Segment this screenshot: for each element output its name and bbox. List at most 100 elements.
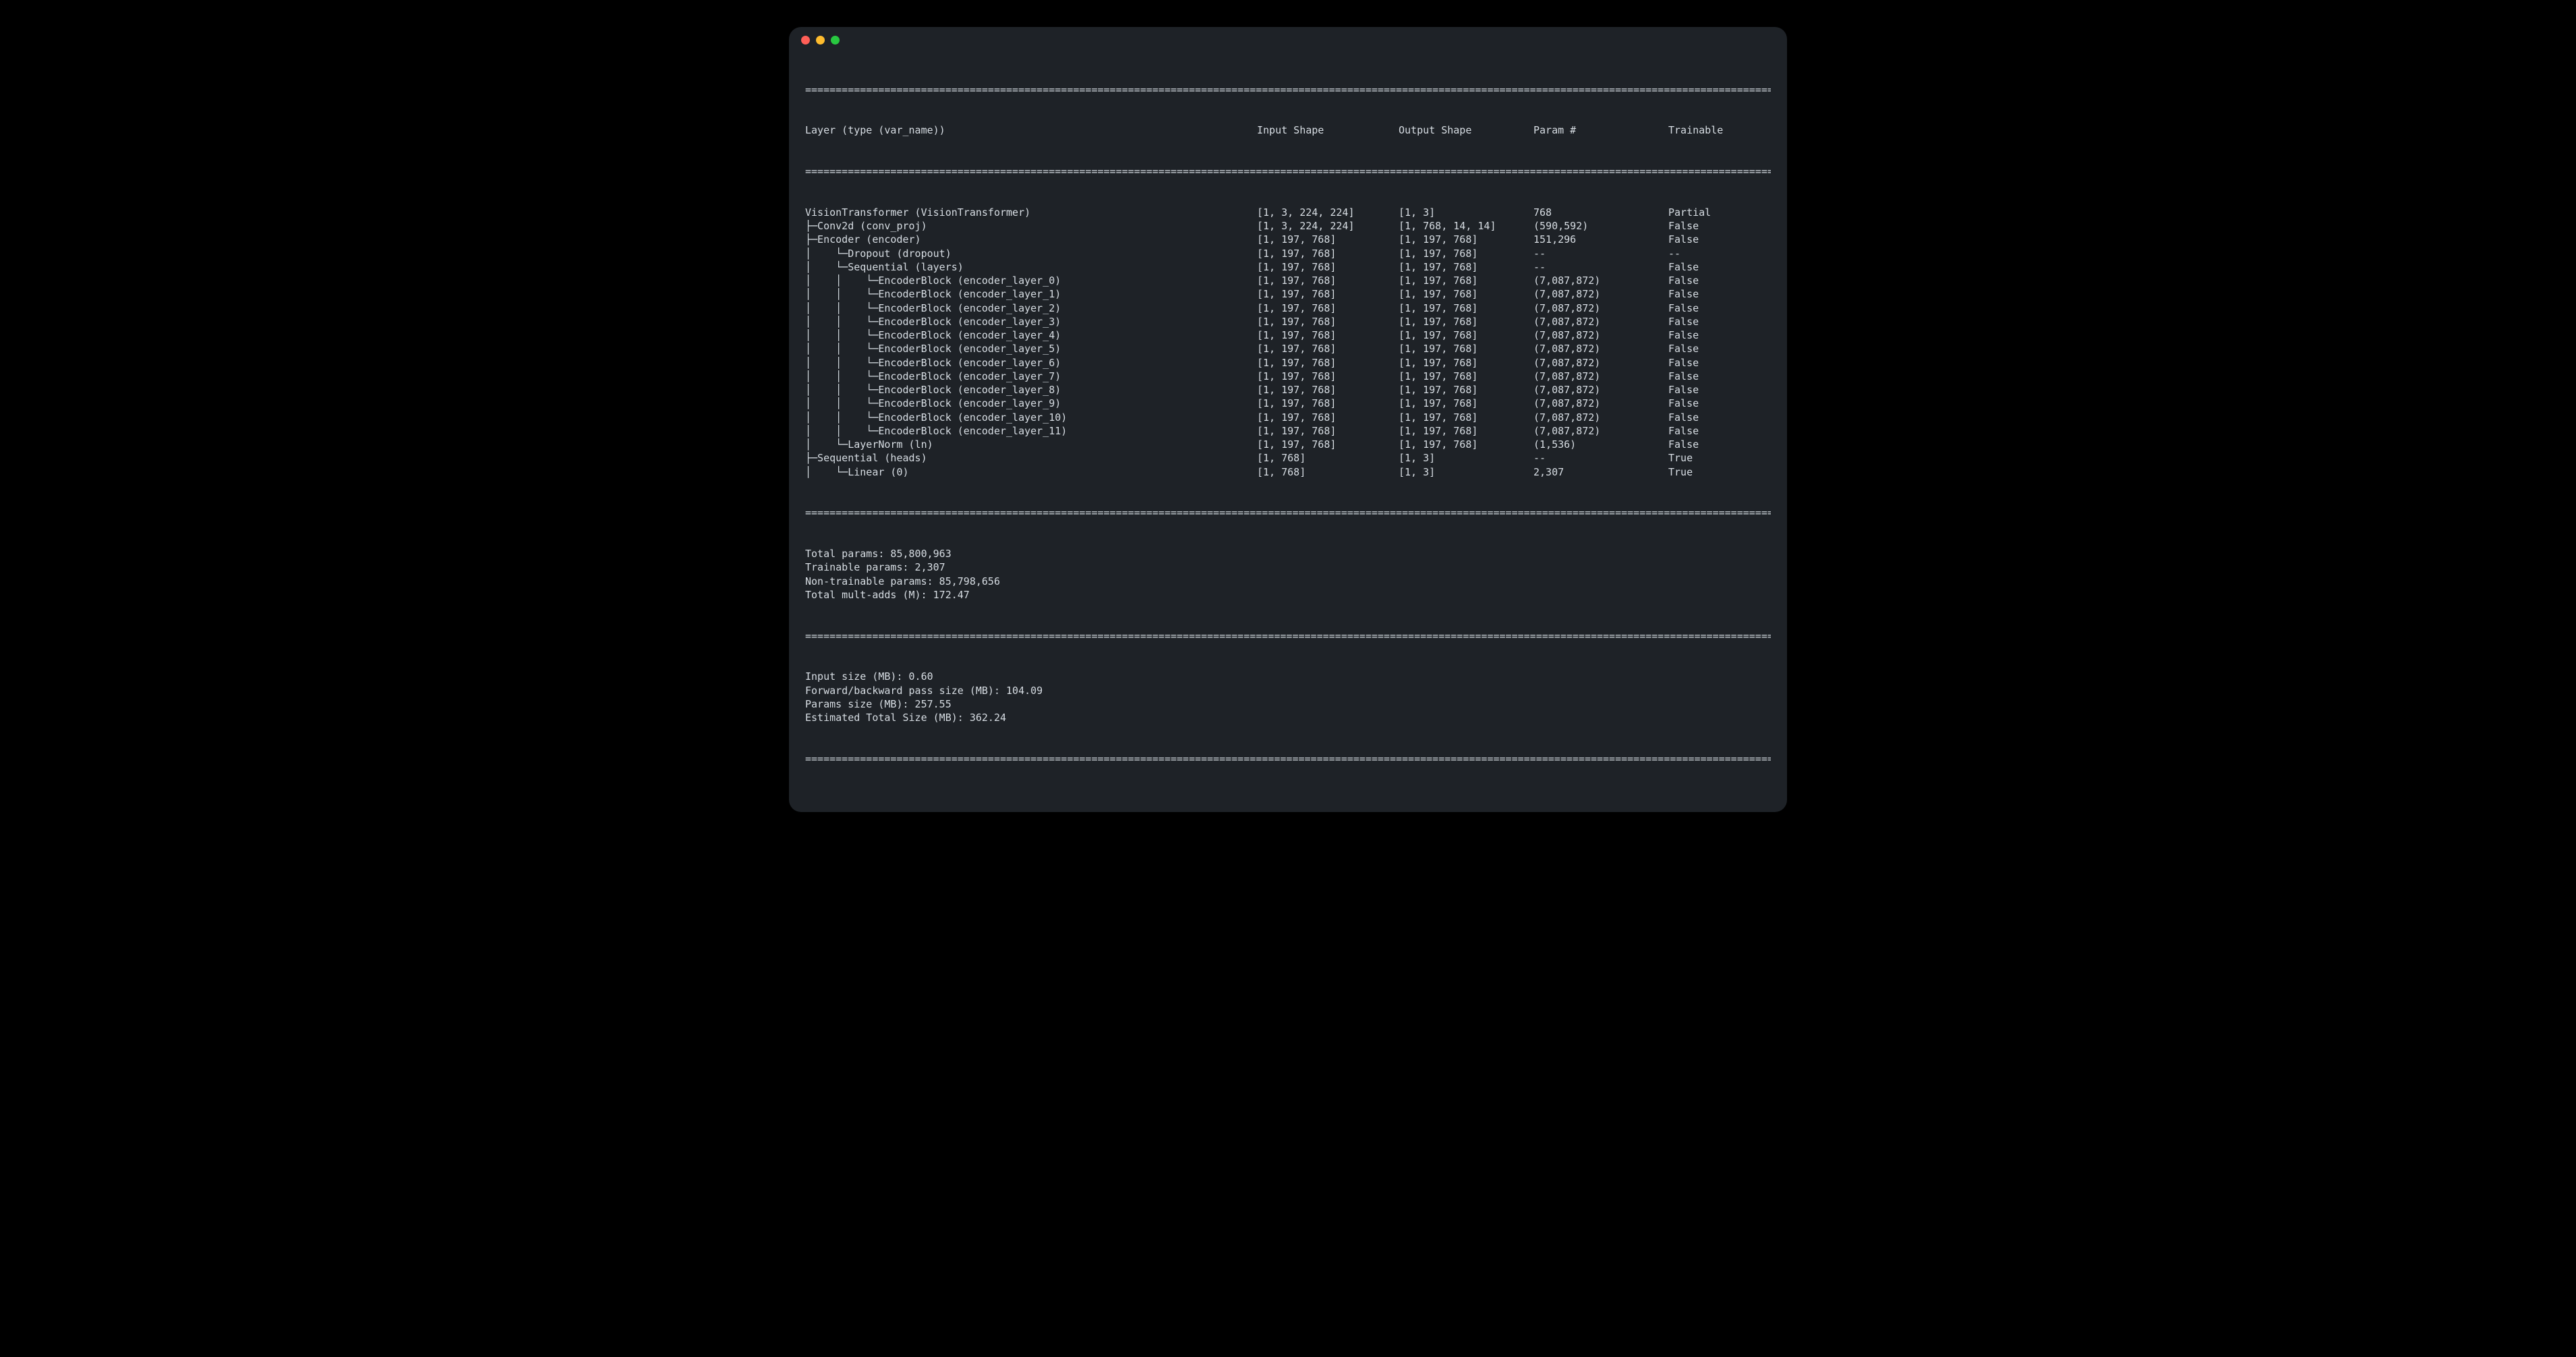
cell-c5: False	[1668, 397, 1771, 410]
cell-c2: [1, 197, 768]	[1257, 411, 1399, 424]
cell-c5: False	[1668, 315, 1771, 328]
cell-c3: [1, 197, 768]	[1399, 274, 1533, 287]
cell-c4: (7,087,872)	[1533, 411, 1668, 424]
table-row: ├─Sequential (heads)[1, 768][1, 3]--True	[805, 451, 1771, 465]
table-row: │ │ └─EncoderBlock (encoder_layer_9)[1, …	[805, 397, 1771, 410]
table-row: VisionTransformer (VisionTransformer)[1,…	[805, 206, 1771, 219]
cell-c1: │ └─Dropout (dropout)	[805, 247, 1257, 260]
table-row: │ │ └─EncoderBlock (encoder_layer_10)[1,…	[805, 411, 1771, 424]
cell-c1: │ │ └─EncoderBlock (encoder_layer_4)	[805, 328, 1257, 342]
cell-c4: --	[1533, 451, 1668, 465]
cell-c3: [1, 197, 768]	[1399, 287, 1533, 301]
cell-c3: [1, 768, 14, 14]	[1399, 219, 1533, 233]
cell-c4: (7,087,872)	[1533, 383, 1668, 397]
cell-c1: │ │ └─EncoderBlock (encoder_layer_5)	[805, 342, 1257, 355]
cell-c4: (7,087,872)	[1533, 301, 1668, 315]
cell-c5: False	[1668, 424, 1771, 438]
cell-c5: False	[1668, 411, 1771, 424]
cell-c2: [1, 197, 768]	[1257, 247, 1399, 260]
cell-c3: [1, 197, 768]	[1399, 424, 1533, 438]
cell-c5: False	[1668, 370, 1771, 383]
table-row: │ └─Sequential (layers)[1, 197, 768][1, …	[805, 260, 1771, 274]
cell-c5: False	[1668, 260, 1771, 274]
zoom-icon[interactable]	[831, 36, 840, 45]
terminal-window: ========================================…	[789, 27, 1787, 812]
cell-c3: [1, 3]	[1399, 206, 1533, 219]
cell-c5: True	[1668, 465, 1771, 479]
cell-c5: --	[1668, 247, 1771, 260]
cell-c4: (7,087,872)	[1533, 397, 1668, 410]
cell-c4: (590,592)	[1533, 219, 1668, 233]
table-row: ├─Encoder (encoder)[1, 197, 768][1, 197,…	[805, 233, 1771, 246]
cell-c1: ├─Conv2d (conv_proj)	[805, 219, 1257, 233]
table-row: │ │ └─EncoderBlock (encoder_layer_1) [1, …	[805, 287, 1771, 301]
cell-c4: --	[1533, 247, 1668, 260]
cell-c3: [1, 197, 768]	[1399, 315, 1533, 328]
summary-line: Estimated Total Size (MB): 362.24	[805, 711, 1771, 724]
close-icon[interactable]	[801, 36, 810, 45]
table-row: │ └─Dropout (dropout)[1, 197, 768][1, 19…	[805, 247, 1771, 260]
summary-line: Forward/backward pass size (MB): 104.09	[805, 684, 1771, 697]
summary-line: Total mult-adds (M): 172.47	[805, 588, 1771, 602]
cell-c2: [1, 197, 768]	[1257, 328, 1399, 342]
cell-c2: [1, 197, 768]	[1257, 438, 1399, 451]
table-row: │ │ └─EncoderBlock (encoder_layer_4)[1, …	[805, 328, 1771, 342]
terminal-output: ========================================…	[789, 53, 1787, 805]
table-row: │ │ └─EncoderBlock (encoder_layer_6)[1, …	[805, 356, 1771, 370]
cell-c2: [1, 197, 768]	[1257, 342, 1399, 355]
cell-c2: [1, 197, 768]	[1257, 233, 1399, 246]
cell-c2: [1, 3, 224, 224]	[1257, 206, 1399, 219]
table-row: ├─Conv2d (conv_proj)[1, 3, 224, 224][1, …	[805, 219, 1771, 233]
cell-c2: [1, 197, 768]	[1257, 274, 1399, 287]
cell-c3: [1, 197, 768]	[1399, 342, 1533, 355]
col-param: Param #	[1533, 123, 1668, 137]
separator: ========================================…	[805, 506, 1771, 519]
cell-c1: │ │ └─EncoderBlock (encoder_layer_9)	[805, 397, 1257, 410]
minimize-icon[interactable]	[816, 36, 825, 45]
table-row: │ │ └─EncoderBlock (encoder_layer_2)[1, …	[805, 301, 1771, 315]
cell-c3: [1, 3]	[1399, 451, 1533, 465]
cell-c1: ├─Sequential (heads)	[805, 451, 1257, 465]
col-trainable: Trainable	[1668, 123, 1771, 137]
cell-c4: (7,087,872)	[1533, 287, 1668, 301]
table-row: │ └─LayerNorm (ln)[1, 197, 768][1, 197, …	[805, 438, 1771, 451]
cell-c3: [1, 197, 768]	[1399, 383, 1533, 397]
separator: ========================================…	[805, 752, 1771, 766]
summary-line: Total params: 85,800,963	[805, 547, 1771, 560]
cell-c4: (1,536)	[1533, 438, 1668, 451]
cell-c1: VisionTransformer (VisionTransformer)	[805, 206, 1257, 219]
cell-c5: False	[1668, 274, 1771, 287]
cell-c3: [1, 197, 768]	[1399, 411, 1533, 424]
cell-c1: │ └─Sequential (layers)	[805, 260, 1257, 274]
summary-line: Non-trainable params: 85,798,656	[805, 575, 1771, 588]
cell-c4: (7,087,872)	[1533, 315, 1668, 328]
cell-c2: [1, 197, 768]	[1257, 370, 1399, 383]
col-input-shape: Input Shape	[1257, 123, 1399, 137]
cell-c5: False	[1668, 301, 1771, 315]
cell-c1: │ │ └─EncoderBlock (encoder_layer_8)	[805, 383, 1257, 397]
cell-c5: Partial	[1668, 206, 1771, 219]
cell-c2: [1, 197, 768]	[1257, 424, 1399, 438]
cell-c1: │ │ └─EncoderBlock (encoder_layer_1)	[805, 287, 1257, 301]
cell-c4: (7,087,872)	[1533, 356, 1668, 370]
cell-c4: (7,087,872)	[1533, 370, 1668, 383]
table-row: │ │ └─EncoderBlock (encoder_layer_5)[1, …	[805, 342, 1771, 355]
table-row: │ │ └─EncoderBlock (encoder_layer_8)[1, …	[805, 383, 1771, 397]
cell-c2: [1, 197, 768]	[1257, 383, 1399, 397]
cell-c3: [1, 197, 768]	[1399, 260, 1533, 274]
cell-c3: [1, 3]	[1399, 465, 1533, 479]
cell-c5: False	[1668, 356, 1771, 370]
table-row: │ └─Linear (0)[1, 768][1, 3]2,307True	[805, 465, 1771, 479]
cell-c5: True	[1668, 451, 1771, 465]
cell-c4: 2,307	[1533, 465, 1668, 479]
cell-c5: False	[1668, 328, 1771, 342]
cell-c5: False	[1668, 287, 1771, 301]
cell-c3: [1, 197, 768]	[1399, 356, 1533, 370]
cell-c5: False	[1668, 219, 1771, 233]
separator: ========================================…	[805, 83, 1771, 96]
cell-c3: [1, 197, 768]	[1399, 247, 1533, 260]
table-row: │ │ └─EncoderBlock (encoder_layer_7)[1, …	[805, 370, 1771, 383]
table-row: │ │ └─EncoderBlock (encoder_layer_3)[1, …	[805, 315, 1771, 328]
cell-c5: False	[1668, 438, 1771, 451]
cell-c5: False	[1668, 342, 1771, 355]
